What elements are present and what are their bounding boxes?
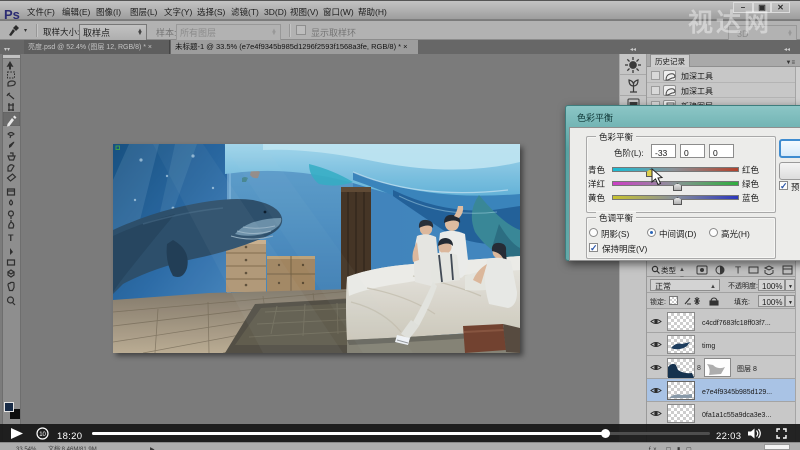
svg-text:T: T — [8, 233, 14, 243]
svg-text:T: T — [735, 266, 741, 276]
svg-text:10: 10 — [39, 432, 46, 438]
